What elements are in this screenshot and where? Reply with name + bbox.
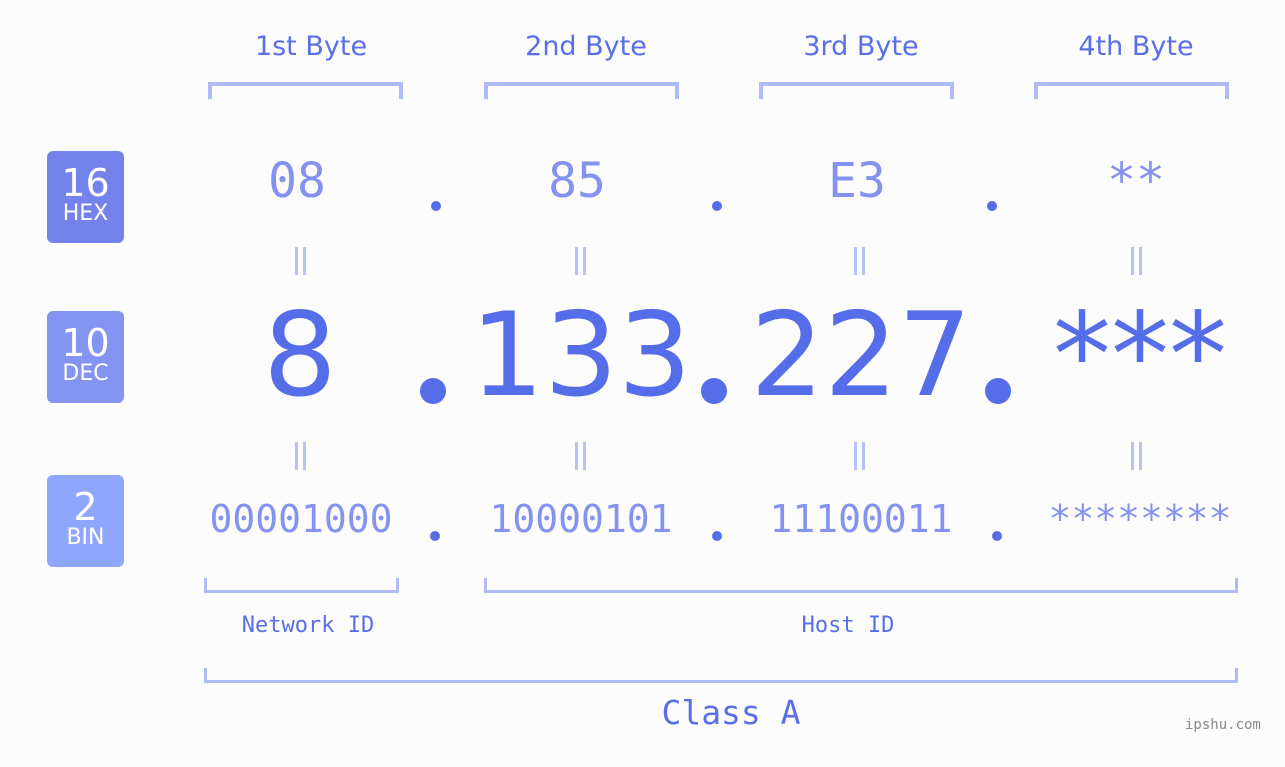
bin-value-2: 10000101 <box>489 497 673 541</box>
bin-badge-base: 2 <box>73 485 98 529</box>
equals-icon <box>851 442 867 470</box>
equals-icon <box>851 247 867 275</box>
bin-value-3: 11100011 <box>769 497 953 541</box>
bin-separator-dot-1 <box>430 531 440 541</box>
dec-value-4: *** <box>1053 288 1227 423</box>
hex-separator-dot-1 <box>431 201 441 211</box>
network-id-bracket <box>204 578 399 593</box>
hex-value-3: E3 <box>828 153 886 209</box>
byte-header-3: 3rd Byte <box>803 31 919 62</box>
watermark: ipshu.com <box>1185 717 1261 733</box>
byte-bracket-1 <box>208 82 403 99</box>
dec-separator-dot-3 <box>985 378 1011 404</box>
hex-value-1: 08 <box>268 153 326 209</box>
dec-separator-dot-1 <box>420 378 446 404</box>
equals-icon <box>292 247 308 275</box>
dec-separator-dot-2 <box>701 378 727 404</box>
dec-value-2: 133 <box>470 288 692 423</box>
dec-badge: 10 DEC <box>47 311 124 403</box>
byte-bracket-4 <box>1034 82 1229 99</box>
byte-bracket-2 <box>484 82 679 99</box>
hex-separator-dot-2 <box>712 201 722 211</box>
class-bracket <box>204 668 1238 683</box>
host-id-bracket <box>484 578 1238 593</box>
hex-badge-label: HEX <box>62 201 109 226</box>
equals-icon <box>572 442 588 470</box>
bin-value-4: ******** <box>1048 497 1232 541</box>
byte-bracket-3 <box>759 82 954 99</box>
dec-value-1: 8 <box>263 288 337 423</box>
bin-value-1: 00001000 <box>209 497 393 541</box>
dec-badge-base: 10 <box>61 321 110 365</box>
equals-icon <box>1128 442 1144 470</box>
hex-separator-dot-3 <box>987 201 997 211</box>
equals-icon <box>292 442 308 470</box>
equals-icon <box>572 247 588 275</box>
dec-badge-label: DEC <box>62 361 109 386</box>
bin-separator-dot-2 <box>712 531 722 541</box>
equals-icon <box>1128 247 1144 275</box>
bin-badge: 2 BIN <box>47 475 124 567</box>
hex-value-4: ** <box>1107 153 1165 209</box>
byte-header-1: 1st Byte <box>254 31 368 62</box>
dec-value-3: 227 <box>750 288 972 423</box>
bin-separator-dot-3 <box>992 531 1002 541</box>
host-id-label: Host ID <box>801 613 895 638</box>
hex-badge: 16 HEX <box>47 151 124 243</box>
hex-badge-base: 16 <box>61 161 110 205</box>
network-id-label: Network ID <box>241 613 375 638</box>
hex-value-2: 85 <box>548 153 606 209</box>
byte-header-2: 2nd Byte <box>525 31 647 62</box>
class-label: Class A <box>661 693 801 732</box>
bin-badge-label: BIN <box>66 525 105 550</box>
byte-header-4: 4th Byte <box>1078 31 1194 62</box>
